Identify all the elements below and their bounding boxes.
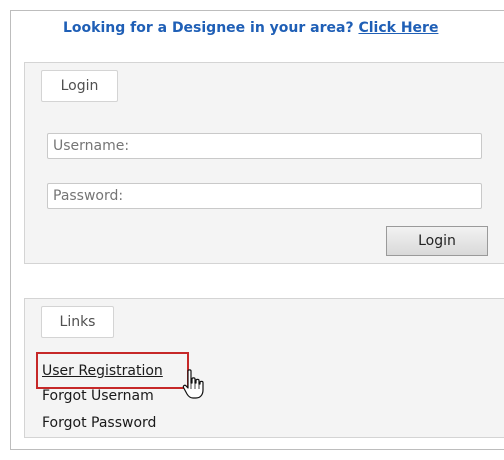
click-here-link[interactable]: Click Here bbox=[358, 20, 438, 36]
login-button[interactable]: Login bbox=[386, 226, 488, 256]
forgot-username-link[interactable]: Forgot Usernam bbox=[42, 388, 154, 404]
hand-pointer-icon bbox=[182, 369, 204, 399]
username-input[interactable] bbox=[47, 133, 482, 159]
links-panel: Links User Registration Forgot Usernam F… bbox=[24, 298, 504, 438]
links-legend: Links bbox=[41, 306, 114, 338]
login-panel: Login Login bbox=[24, 62, 504, 264]
designee-promo: Looking for a Designee in your area? Cli… bbox=[63, 20, 438, 36]
selection-highlight bbox=[36, 352, 189, 389]
promo-text: Looking for a Designee in your area? bbox=[63, 20, 359, 36]
login-legend: Login bbox=[41, 70, 118, 102]
forgot-password-link[interactable]: Forgot Password bbox=[42, 415, 156, 431]
password-input[interactable] bbox=[47, 183, 482, 209]
